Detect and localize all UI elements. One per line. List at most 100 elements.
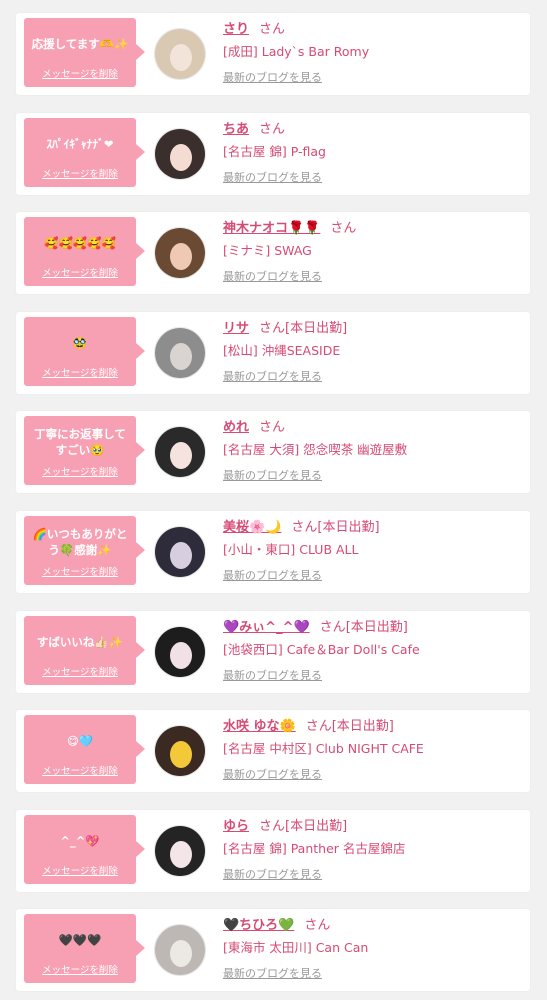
delete-message-link[interactable]: メッセージを削除 — [24, 664, 136, 678]
message-card: すばいいね👍🏻✨ メッセージを削除 💜みぃ^_^💜 さん[本日出勤] [池袋西口] Ca… — [16, 610, 530, 693]
message-bubble: すばいいね👍🏻✨ メッセージを削除 — [24, 615, 145, 685]
message-card: 応援してます🫶✨ メッセージを削除 さり さん [成田] Lady`s Bar Romy… — [16, 13, 530, 95]
honorific: さん — [259, 121, 286, 137]
name-line: 水咲 ゆな🌼 さん[本日出勤] — [223, 718, 394, 736]
message-text: 応援してます🫶✨ — [31, 37, 129, 51]
latest-blog-link[interactable]: 最新のブログを見る — [223, 469, 322, 483]
name-line: 美桜🌸🌙 さん[本日出勤] — [223, 519, 380, 537]
message-list: 応援してます🫶✨ メッセージを削除 さり さん [成田] Lady`s Bar Romy… — [0, 0, 547, 1000]
work-status: [本日出勤] — [345, 619, 408, 635]
avatar[interactable] — [154, 824, 206, 877]
message-card: 🌈いつもありがとう🍀感謝✨ メッセージを削除 美桜🌸🌙 さん[本日出勤] [小山・東口]… — [16, 511, 530, 593]
avatar[interactable] — [154, 127, 206, 180]
latest-blog-link[interactable]: 最新のブログを見る — [223, 71, 322, 85]
latest-blog-link[interactable]: 最新のブログを見る — [223, 967, 322, 981]
message-text: 🖤🖤🖤 — [58, 933, 102, 948]
avatar[interactable] — [154, 426, 206, 479]
cast-name-link[interactable]: ゆら — [223, 819, 249, 834]
message-bubble: 🌈いつもありがとう🍀感謝✨ メッセージを削除 — [24, 516, 145, 585]
avatar[interactable] — [154, 28, 206, 80]
avatar[interactable] — [154, 526, 206, 578]
avatar-face — [170, 243, 192, 271]
work-status: [本日出勤] — [331, 719, 394, 735]
shop-name: [名古屋 大須] 怨念喫茶 幽遊屋敷 — [223, 442, 408, 458]
name-line: めれ さん — [223, 419, 285, 437]
avatar-face — [170, 44, 192, 71]
name-line: 神木ナオコ🌹🌹 さん — [223, 220, 356, 238]
delete-message-link[interactable]: メッセージを削除 — [24, 265, 136, 279]
message-text: 🥰🥰🥰🥰🥰 — [44, 236, 116, 251]
shop-name: [成田] Lady`s Bar Romy — [223, 44, 370, 59]
message-text: ^_^💖 — [60, 833, 100, 848]
shop-name: [東海市 太田川] Can Can — [223, 940, 369, 956]
delete-message-link[interactable]: メッセージを削除 — [24, 564, 136, 578]
latest-blog-link[interactable]: 最新のブログを見る — [223, 868, 322, 882]
cast-name-link[interactable]: 💜みぃ^_^💜 — [223, 620, 310, 635]
honorific: さん — [291, 520, 318, 535]
work-status: [本日出勤] — [285, 320, 348, 336]
message-card: 🖤🖤🖤 メッセージを削除 🖤ちひろ💚 さん [東海市 太田川] Can Can 最新のブロ… — [16, 909, 530, 992]
cast-name-link[interactable]: ちあ — [223, 122, 249, 137]
message-bubble: 🥸 メッセージを削除 — [24, 316, 145, 386]
name-line: 🖤ちひろ💚 さん — [223, 917, 330, 935]
delete-message-link[interactable]: メッセージを削除 — [24, 66, 136, 80]
honorific: さん — [305, 719, 332, 735]
latest-blog-link[interactable]: 最新のブログを見る — [223, 768, 322, 782]
message-text: ｽﾊﾟｲｷﾞｬﾅﾅﾞ❤ — [46, 136, 114, 151]
latest-blog-link[interactable]: 最新のブログを見る — [223, 370, 322, 384]
latest-blog-link[interactable]: 最新のブログを見る — [223, 270, 322, 284]
avatar[interactable] — [154, 924, 206, 977]
message-text: すばいいね👍🏻✨ — [36, 634, 124, 649]
delete-message-link[interactable]: メッセージを削除 — [24, 365, 136, 379]
work-status: [本日出勤] — [285, 818, 348, 834]
work-status: [本日出勤] — [317, 520, 380, 535]
honorific: さん — [259, 818, 286, 834]
avatar[interactable] — [154, 227, 206, 280]
delete-message-link[interactable]: メッセージを削除 — [24, 166, 136, 180]
name-line: ちあ さん — [223, 121, 285, 139]
message-bubble: ^_^💖 メッセージを削除 — [24, 814, 145, 884]
cast-name-link[interactable]: 神木ナオコ🌹🌹 — [223, 221, 320, 236]
avatar[interactable] — [154, 725, 206, 778]
latest-blog-link[interactable]: 最新のブログを見る — [223, 669, 322, 683]
delete-message-link[interactable]: メッセージを削除 — [24, 863, 136, 877]
avatar-face — [170, 741, 192, 769]
honorific: さん — [330, 221, 357, 237]
shop-name: [名古屋 中村区] Club NIGHT CAFE — [223, 741, 424, 757]
honorific: さん — [319, 619, 346, 635]
message-bubble: 🥰🥰🥰🥰🥰 メッセージを削除 — [24, 217, 145, 287]
message-text: 😋🩵 — [66, 734, 94, 749]
honorific: さん — [304, 918, 331, 934]
delete-message-link[interactable]: メッセージを削除 — [24, 763, 136, 777]
avatar[interactable] — [154, 625, 206, 678]
message-bubble: 🖤🖤🖤 メッセージを削除 — [24, 914, 145, 984]
avatar-face — [170, 641, 192, 669]
cast-name-link[interactable]: めれ — [223, 420, 249, 435]
cast-name-link[interactable]: 🖤ちひろ💚 — [223, 918, 294, 933]
message-bubble: 応援してます🫶✨ メッセージを削除 — [24, 18, 145, 87]
message-card: 丁寧にお返事してすごい🥹 メッセージを削除 めれ さん [名古屋 大須] 怨念喫茶 幽遊… — [16, 411, 530, 494]
delete-message-link[interactable]: メッセージを削除 — [24, 464, 136, 478]
latest-blog-link[interactable]: 最新のブログを見る — [223, 569, 322, 583]
message-card: 🥸 メッセージを削除 リサ さん[本日出勤] [松山] 沖縄SEASIDE 最新のブログを… — [16, 311, 530, 394]
cast-name-link[interactable]: 水咲 ゆな🌼 — [223, 719, 296, 734]
latest-blog-link[interactable]: 最新のブログを見る — [223, 171, 322, 185]
cast-name-link[interactable]: 美桜🌸🌙 — [223, 520, 281, 535]
message-card: 😋🩵 メッセージを削除 水咲 ゆな🌼 さん[本日出勤] [名古屋 中村区] Club N… — [16, 710, 530, 793]
avatar-face — [170, 143, 192, 171]
honorific: さん — [259, 320, 286, 336]
avatar[interactable] — [154, 326, 206, 379]
shop-name: [名古屋 錦] P-flag — [223, 143, 326, 159]
message-card: ｽﾊﾟｲｷﾞｬﾅﾅﾞ❤ メッセージを削除 ちあ さん [名古屋 錦] P-flag 最新の… — [16, 112, 530, 195]
honorific: さん — [259, 22, 286, 37]
message-card: 🥰🥰🥰🥰🥰 メッセージを削除 神木ナオコ🌹🌹 さん [ミナミ] SWAG 最新のブログを見… — [16, 212, 530, 295]
name-line: 💜みぃ^_^💜 さん[本日出勤] — [223, 619, 408, 637]
name-line: リサ さん[本日出勤] — [223, 320, 347, 338]
message-text: 🌈いつもありがとう🍀感謝✨ — [32, 527, 128, 557]
message-text: 丁寧にお返事してすごい🥹 — [34, 427, 126, 458]
message-bubble: 😋🩵 メッセージを削除 — [24, 715, 145, 785]
message-bubble: 丁寧にお返事してすごい🥹 メッセージを削除 — [24, 416, 145, 486]
delete-message-link[interactable]: メッセージを削除 — [24, 962, 136, 976]
cast-name-link[interactable]: さり — [223, 22, 249, 37]
cast-name-link[interactable]: リサ — [223, 321, 249, 336]
